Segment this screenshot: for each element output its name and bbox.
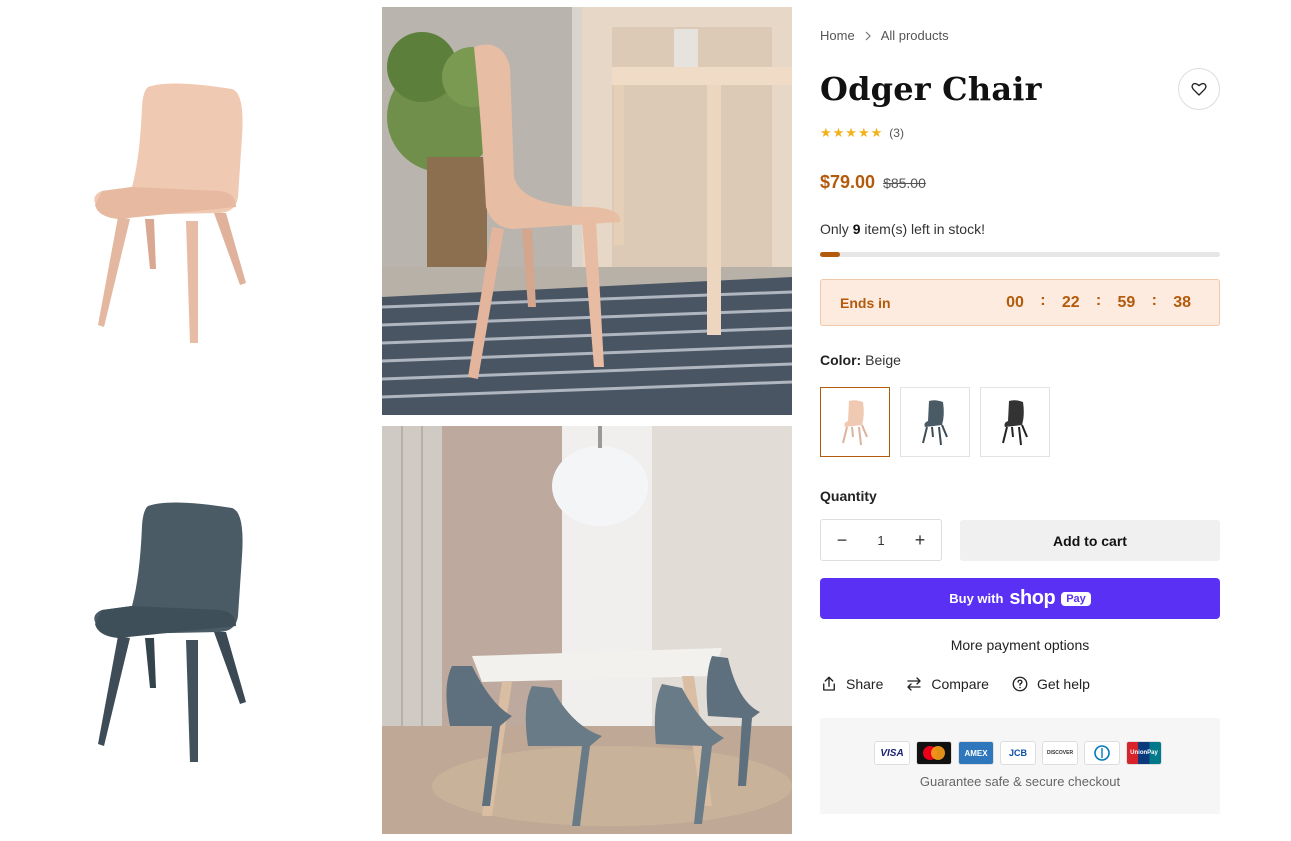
- stock-suffix: item(s) left in stock!: [864, 221, 985, 237]
- amex-card-icon: AMEX: [958, 741, 994, 765]
- gallery-image-dining-room[interactable]: [382, 426, 792, 834]
- color-label-text: Color:: [820, 352, 862, 368]
- countdown-separator: :: [1040, 291, 1046, 309]
- product-title: Odger Chair: [820, 70, 1042, 108]
- swatch-beige[interactable]: [820, 387, 890, 457]
- color-swatches: [820, 387, 1050, 457]
- product-actions: Share Compare Get help: [820, 675, 1090, 693]
- secure-checkout-text: Guarantee safe & secure checkout: [919, 774, 1121, 789]
- quantity-decrease-button[interactable]: −: [833, 530, 851, 551]
- gallery-image-blue-chair[interactable]: [0, 426, 372, 834]
- chevron-right-icon: [865, 31, 871, 40]
- secure-checkout-box: VISA AMEX JCB DISCOVER UnionPay Guarante…: [820, 718, 1220, 814]
- quantity-increase-button[interactable]: +: [911, 530, 929, 551]
- countdown-hours: 22: [1061, 293, 1080, 311]
- swatch-blue[interactable]: [900, 387, 970, 457]
- compare-label: Compare: [931, 676, 989, 692]
- stock-count: 9: [852, 221, 861, 237]
- countdown-label: Ends in: [840, 294, 891, 311]
- countdown-timer: Ends in 00 : 22 : 59 : 38: [820, 279, 1220, 326]
- jcb-card-icon: JCB: [1000, 741, 1036, 765]
- gallery-image-lifestyle-beige[interactable]: [382, 7, 792, 415]
- diners-card-icon: [1084, 741, 1120, 765]
- quantity-stepper: − +: [820, 519, 942, 561]
- heart-icon: [1191, 82, 1207, 96]
- product-rating[interactable]: ★★★★★ (3): [820, 125, 904, 141]
- discover-card-icon: DISCOVER: [1042, 741, 1078, 765]
- buy-with-shop-pay-button[interactable]: Buy with shop Pay: [820, 578, 1220, 619]
- countdown-seconds: 38: [1173, 293, 1191, 311]
- buy-with-label: Buy with: [949, 591, 1004, 606]
- share-button[interactable]: Share: [820, 675, 883, 693]
- compare-button[interactable]: Compare: [905, 675, 989, 693]
- get-help-label: Get help: [1036, 676, 1090, 692]
- help-circle-icon: [1012, 676, 1028, 692]
- visa-card-icon: VISA: [874, 741, 910, 765]
- pay-badge: Pay: [1061, 591, 1091, 606]
- breadcrumb-current[interactable]: All products: [881, 28, 949, 43]
- countdown-minutes: 59: [1117, 293, 1136, 311]
- quantity-input[interactable]: [866, 532, 896, 548]
- payment-card-list: VISA AMEX JCB DISCOVER UnionPay: [874, 741, 1162, 765]
- compare-arrows-icon: [907, 677, 922, 691]
- more-payment-options-link[interactable]: More payment options: [820, 637, 1220, 653]
- stock-message: Only 9 item(s) left in stock!: [820, 221, 985, 237]
- rating-stars: ★★★★★: [820, 125, 884, 140]
- share-label: Share: [846, 676, 884, 692]
- color-label: Color: Beige: [820, 352, 901, 368]
- share-icon: [823, 676, 835, 691]
- countdown-separator: :: [1151, 291, 1157, 309]
- swatch-black[interactable]: [980, 387, 1050, 457]
- stock-progress-bar: [820, 252, 1220, 257]
- wishlist-button[interactable]: [1178, 68, 1220, 110]
- mastercard-card-icon: [916, 741, 952, 765]
- color-selected-value: Beige: [865, 352, 901, 368]
- gallery-image-beige-chair[interactable]: [0, 7, 372, 415]
- countdown-separator: :: [1095, 291, 1102, 309]
- stock-prefix: Only: [820, 221, 849, 237]
- breadcrumb: Home All products: [820, 28, 949, 43]
- price-block: $79.00 $85.00: [820, 172, 926, 193]
- unionpay-card-icon: UnionPay: [1126, 741, 1162, 765]
- sale-price: $79.00: [820, 172, 876, 192]
- compare-price: $85.00: [883, 175, 926, 191]
- review-count: (3): [889, 126, 904, 140]
- stock-progress-fill: [820, 252, 840, 257]
- breadcrumb-home[interactable]: Home: [820, 28, 855, 43]
- add-to-cart-button[interactable]: Add to cart: [960, 520, 1220, 561]
- quantity-label: Quantity: [820, 488, 877, 504]
- countdown-days: 00: [1006, 293, 1024, 311]
- shop-logo: shop: [1009, 587, 1056, 609]
- get-help-button[interactable]: Get help: [1011, 675, 1090, 693]
